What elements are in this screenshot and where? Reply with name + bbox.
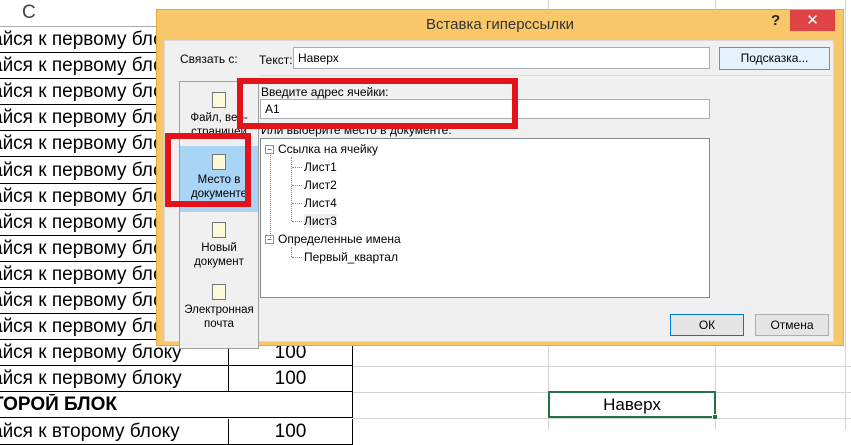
cell-c[interactable] bbox=[228, 392, 353, 419]
cell-c[interactable]: 100 bbox=[228, 418, 353, 445]
table-row: айся к первому блоку100 bbox=[0, 366, 353, 393]
collapse-icon[interactable]: − bbox=[265, 235, 274, 245]
document-place-tree[interactable]: − Ссылка на ячейку Лист1 Лист2 Лист4 Лист3 −… bbox=[260, 138, 710, 298]
link-to-label: Связать с: bbox=[180, 52, 238, 66]
tree-node-sheet[interactable]: Лист4 bbox=[304, 196, 337, 210]
hint-button[interactable]: Подсказка... bbox=[719, 47, 830, 70]
selected-cell[interactable]: Наверх bbox=[548, 391, 718, 420]
cell-c[interactable]: 100 bbox=[228, 366, 353, 393]
highlight-place-in-document bbox=[165, 133, 251, 207]
tree-node-defined-names[interactable]: − Определенные имена bbox=[265, 232, 401, 246]
email-icon bbox=[212, 284, 226, 300]
text-label: Текст: bbox=[259, 53, 293, 67]
file-web-icon bbox=[212, 92, 226, 108]
dialog-title: Вставка гиперссылки bbox=[425, 16, 575, 33]
link-option-email[interactable]: Электронная почта bbox=[180, 284, 258, 331]
insert-hyperlink-dialog: Вставка гиперссылки ? ✕ Связать с: Файл,… bbox=[156, 9, 844, 349]
text-input[interactable]: Наверх bbox=[293, 47, 710, 69]
help-button[interactable]: ? bbox=[771, 12, 780, 29]
tree-node-sheet[interactable]: Лист3 bbox=[304, 214, 337, 228]
highlight-address-box bbox=[237, 78, 518, 129]
tree-node-cell-ref[interactable]: − Ссылка на ячейку bbox=[265, 142, 378, 156]
new-document-icon bbox=[212, 222, 226, 238]
ok-button[interactable]: ОК bbox=[670, 314, 744, 336]
close-button[interactable]: ✕ bbox=[790, 10, 835, 31]
cell-b[interactable]: айся к первому блоку bbox=[0, 368, 228, 390]
tree-node-sheet[interactable]: Лист2 bbox=[304, 178, 337, 192]
link-option-new-document[interactable]: Новый документ bbox=[180, 222, 258, 269]
cell-b[interactable]: айся к второму блоку bbox=[0, 421, 228, 443]
table-row: ТОРОЙ БЛОК bbox=[0, 392, 353, 419]
cancel-button[interactable]: Отмена bbox=[755, 314, 829, 336]
table-row: айся к второму блоку 100 bbox=[0, 418, 353, 445]
collapse-icon[interactable]: − bbox=[265, 145, 274, 155]
tree-node-sheet[interactable]: Лист1 bbox=[304, 160, 337, 174]
tree-node-defined-name[interactable]: Первый_квартал bbox=[304, 250, 398, 264]
fill-handle[interactable] bbox=[712, 414, 718, 420]
